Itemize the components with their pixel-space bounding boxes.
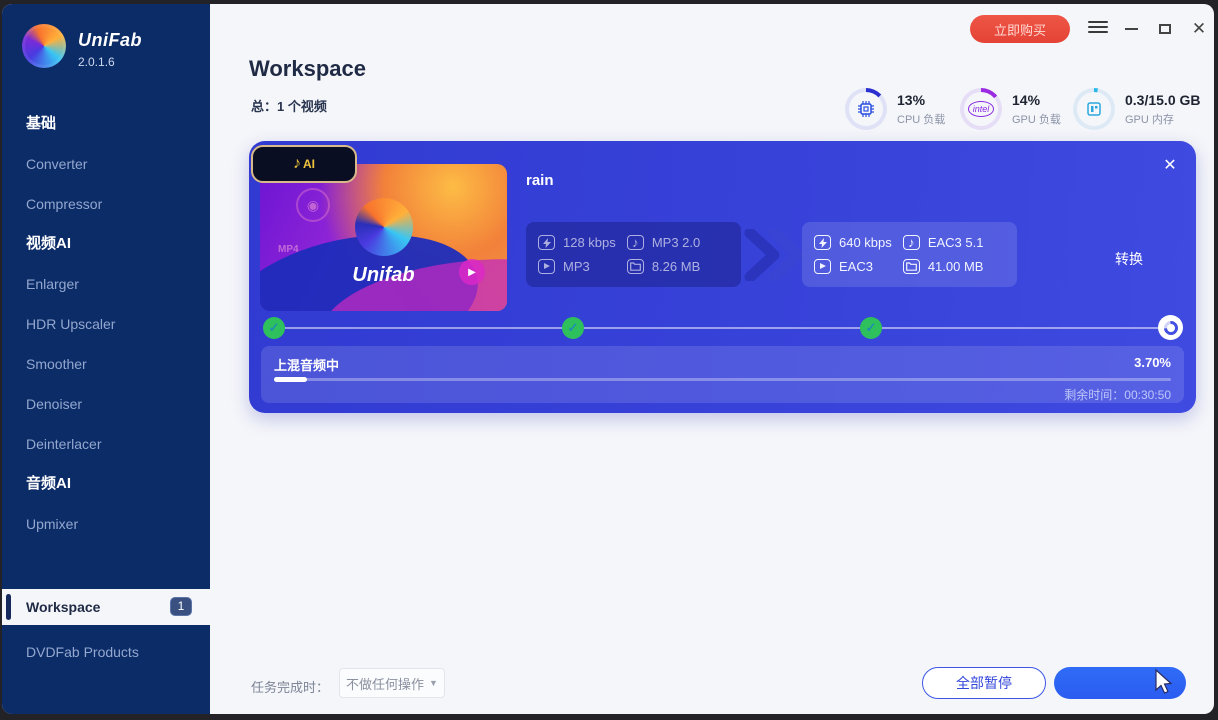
workspace-count-badge: 1 <box>170 597 192 616</box>
audio-codec-icon: ♪ <box>627 235 644 250</box>
sidebar-item-hdr-upscaler[interactable]: HDR Upscaler <box>2 304 210 344</box>
unifab-logo-icon <box>22 24 66 68</box>
hamburger-menu-icon[interactable] <box>1088 21 1108 37</box>
sidebar-item-smoother[interactable]: Smoother <box>2 344 210 384</box>
app-name: UniFab <box>78 30 142 51</box>
buy-now-button[interactable]: 立即购买 <box>970 15 1070 43</box>
cpu-load-value: 13% <box>897 92 945 108</box>
gpu-memory-ring <box>1073 88 1115 130</box>
on-task-finish-label: 任务完成时： <box>251 677 329 696</box>
cpu-load-ring <box>845 88 887 130</box>
target-size: 41.00 MB <box>928 259 984 274</box>
maximize-icon <box>1159 24 1171 34</box>
sidebar-section-video-ai: 视频AI <box>2 224 210 264</box>
sidebar-section-audio-ai: 音频AI <box>2 464 210 504</box>
cpu-load-stat: 13% CPU 负载 <box>845 88 945 130</box>
audio-ai-badge: ♪ AI <box>251 145 357 183</box>
minimize-button[interactable] <box>1120 18 1142 40</box>
gpu-memory-stat: 0.3/15.0 GB GPU 内存 <box>1073 88 1201 130</box>
progress-stage-label: 上混音频中 <box>274 355 339 374</box>
close-window-button[interactable]: ✕ <box>1188 18 1210 40</box>
sidebar-item-converter[interactable]: Converter <box>2 144 210 184</box>
app-window: UniFab 2.0.1.6 基础 Converter Compressor 视… <box>2 4 1214 714</box>
video-format-icon <box>538 259 555 274</box>
step-done-icon: ✓ <box>860 317 882 339</box>
maximize-button[interactable] <box>1154 18 1176 40</box>
progress-panel: 上混音频中 3.70% 剩余时间：00:30:50 <box>261 346 1184 403</box>
speaker-icon: ◉ <box>296 188 330 222</box>
sidebar-item-compressor[interactable]: Compressor <box>2 184 210 224</box>
sidebar-item-enlarger[interactable]: Enlarger <box>2 264 210 304</box>
active-item-accent <box>6 594 11 620</box>
video-format-icon <box>814 259 831 274</box>
progress-track <box>274 378 1171 381</box>
convert-direction-arrows <box>744 229 806 281</box>
progress-percent: 3.70% <box>1134 355 1171 370</box>
gpu-memory-value: 0.3/15.0 GB <box>1125 92 1201 108</box>
play-icon: ▶ <box>459 259 485 285</box>
minimize-icon <box>1125 28 1138 30</box>
gpu-load-ring: intel <box>960 88 1002 130</box>
mp4-watermark: MP4 <box>278 244 299 255</box>
sidebar-item-deinterlacer[interactable]: Deinterlacer <box>2 424 210 464</box>
video-count-summary: 总：1 个视频 <box>251 96 327 115</box>
sidebar-item-workspace[interactable]: Workspace 1 <box>2 589 210 625</box>
on-task-finish-dropdown[interactable]: 不做任何操作 ▼ <box>339 668 445 698</box>
gpu-load-label: GPU 负载 <box>1012 111 1061 127</box>
step-done-icon: ✓ <box>562 317 584 339</box>
sidebar-section-basic: 基础 <box>2 104 210 144</box>
cpu-load-label: CPU 负载 <box>897 111 945 127</box>
page-title: Workspace <box>249 56 366 82</box>
task-action-label: 转换 <box>1069 249 1189 269</box>
task-title: rain <box>526 172 554 189</box>
chevron-down-icon: ▼ <box>429 678 438 688</box>
on-task-finish-value: 不做任何操作 <box>346 674 424 693</box>
bitrate-icon <box>814 235 831 250</box>
sidebar: UniFab 2.0.1.6 基础 Converter Compressor 视… <box>2 4 210 714</box>
cpu-chip-icon <box>849 92 883 126</box>
step-done-icon: ✓ <box>263 317 285 339</box>
app-version: 2.0.1.6 <box>78 55 142 69</box>
sidebar-item-upmixer[interactable]: Upmixer <box>2 504 210 544</box>
source-format: MP3 <box>563 259 590 274</box>
progress-fill <box>274 377 307 382</box>
audio-codec-icon: ♪ <box>903 235 920 250</box>
gpu-memory-label: GPU 内存 <box>1125 111 1201 127</box>
step-in-progress-spinner-icon <box>1158 315 1183 340</box>
target-format: EAC3 <box>839 259 873 274</box>
task-card: ♪ AI ◉ MP4 Unifab ▶ rain ✕ 128 kbps ♪ MP3… <box>249 141 1196 413</box>
unifab-thumb-logo-icon <box>355 198 413 256</box>
intel-logo-icon: intel <box>964 92 998 126</box>
file-size-icon <box>903 259 920 274</box>
memory-icon <box>1077 92 1111 126</box>
gpu-load-stat: intel 14% GPU 负载 <box>960 88 1061 130</box>
music-note-icon: ♪ <box>293 155 301 173</box>
video-thumbnail: ◉ MP4 Unifab ▶ <box>260 164 507 311</box>
target-info-panel: 640 kbps ♪ EAC3 5.1 EAC3 41.00 MB <box>802 222 1017 287</box>
sidebar-item-dvdfab-products[interactable]: DVDFab Products <box>2 632 210 672</box>
mouse-cursor <box>1152 668 1176 696</box>
sidebar-nav: 基础 Converter Compressor 视频AI Enlarger HD… <box>2 104 210 544</box>
source-audio-codec: MP3 2.0 <box>652 235 700 250</box>
source-bitrate: 128 kbps <box>563 235 616 250</box>
remove-task-button[interactable]: ✕ <box>1160 155 1180 175</box>
target-audio-codec: EAC3 5.1 <box>928 235 984 250</box>
pause-all-button[interactable]: 全部暂停 <box>922 667 1046 699</box>
bitrate-icon <box>538 235 555 250</box>
sidebar-item-workspace-label: Workspace <box>26 599 100 615</box>
source-size: 8.26 MB <box>652 259 700 274</box>
gpu-load-value: 14% <box>1012 92 1061 108</box>
target-bitrate: 640 kbps <box>839 235 892 250</box>
app-logo: UniFab 2.0.1.6 <box>22 24 142 69</box>
steps-connector-line <box>274 327 1170 329</box>
sidebar-item-denoiser[interactable]: Denoiser <box>2 384 210 424</box>
file-size-icon <box>627 259 644 274</box>
source-info-panel: 128 kbps ♪ MP3 2.0 MP3 8.26 MB <box>526 222 741 287</box>
remaining-time: 剩余时间：00:30:50 <box>1064 386 1171 403</box>
